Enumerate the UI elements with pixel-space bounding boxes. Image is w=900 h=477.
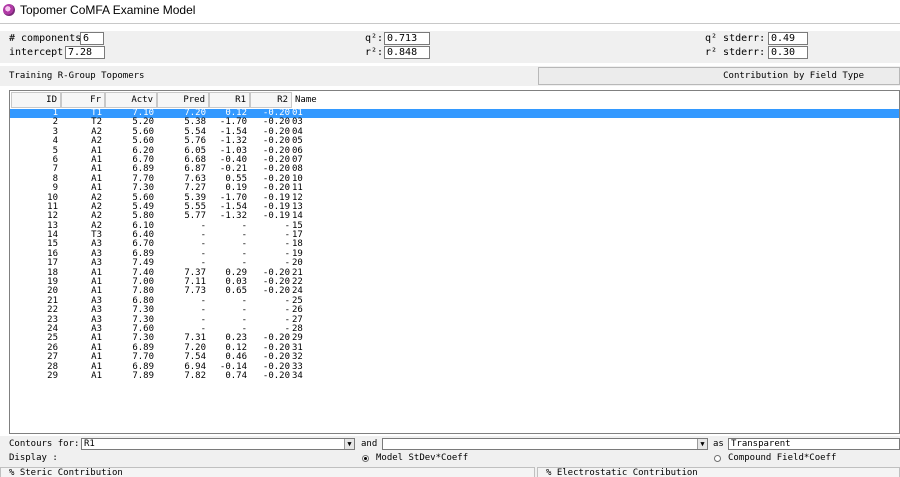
cell-pred: 7.82 bbox=[184, 370, 206, 381]
contribution-by-field-button[interactable]: Contribution by Field Type bbox=[538, 67, 900, 85]
intercept-label: intercept: bbox=[9, 47, 70, 58]
table-body: 1 T1 7.10 7.20 0.12 -0.20 01 2 T2 5.20 5.38 -1.70 -0… bbox=[10, 108, 899, 381]
model-parameters-panel: # components: 6 intercept: 7.28 q²: 0.71… bbox=[0, 31, 900, 63]
and-label: and bbox=[361, 439, 378, 449]
cell-name: 34 bbox=[292, 370, 303, 381]
model-stdev-label[interactable]: Model StDev*Coeff bbox=[376, 453, 468, 464]
cell-r1: 0.74 bbox=[225, 370, 247, 381]
as-value: Transparent bbox=[731, 439, 791, 449]
cell-actv: 7.89 bbox=[132, 370, 154, 381]
components-label: # components: bbox=[9, 33, 88, 44]
window-title: Topomer CoMFA Examine Model bbox=[20, 3, 196, 17]
q2-stderr-label: q² stderr: bbox=[705, 33, 766, 44]
column-header-pred[interactable]: Pred bbox=[157, 92, 209, 108]
display-label: Display : bbox=[9, 453, 58, 463]
r2-label: r²: bbox=[365, 47, 384, 58]
app-icon bbox=[3, 4, 15, 16]
q2-stderr-field[interactable]: 0.49 bbox=[768, 32, 808, 45]
q2-field[interactable]: 0.713 bbox=[384, 32, 430, 45]
r2-stderr-field[interactable]: 0.30 bbox=[768, 46, 808, 59]
as-select[interactable]: Transparent bbox=[728, 438, 900, 450]
section-bar: Training R-Group Topomers Contribution b… bbox=[0, 66, 900, 86]
compound-field-radio[interactable] bbox=[714, 455, 721, 462]
r2-stderr-label: r² stderr: bbox=[705, 47, 766, 58]
cell-fr: A1 bbox=[91, 370, 102, 381]
column-header-fr[interactable]: Fr bbox=[61, 92, 105, 108]
column-header-r2[interactable]: R2 bbox=[250, 92, 292, 108]
components-field[interactable]: 6 bbox=[80, 32, 104, 45]
model-stdev-radio[interactable] bbox=[362, 455, 369, 462]
table-header: ID Fr Actv Pred R1 R2 Name bbox=[10, 91, 899, 109]
column-header-id[interactable]: ID bbox=[11, 92, 61, 108]
column-header-r1[interactable]: R1 bbox=[209, 92, 250, 108]
table-row[interactable]: 29 A1 7.89 7.82 0.74 -0.20 34 bbox=[10, 370, 899, 381]
cell-id: 29 bbox=[47, 370, 58, 381]
contours-for-select[interactable]: R1 ▼ bbox=[81, 438, 355, 450]
contours-for-label: Contours for: bbox=[9, 439, 80, 449]
electrostatic-contribution-tab[interactable]: % Electrostatic Contribution bbox=[537, 467, 900, 477]
chevron-down-icon[interactable]: ▼ bbox=[344, 439, 354, 449]
topomer-table[interactable]: ID Fr Actv Pred R1 R2 Name 1 T1 7.10 7.20 0.… bbox=[9, 90, 900, 434]
compound-field-label[interactable]: Compound Field*Coeff bbox=[728, 453, 836, 464]
r2-field[interactable]: 0.848 bbox=[384, 46, 430, 59]
steric-contribution-tab[interactable]: % Steric Contribution bbox=[0, 467, 535, 477]
q2-label: q²: bbox=[365, 33, 384, 44]
title-divider bbox=[0, 23, 900, 24]
and-select[interactable]: ▼ bbox=[382, 438, 708, 450]
chevron-down-icon[interactable]: ▼ bbox=[697, 439, 707, 449]
contours-for-value: R1 bbox=[84, 439, 95, 449]
as-label: as bbox=[713, 439, 724, 449]
training-topomers-label: Training R-Group Topomers bbox=[9, 71, 145, 81]
column-header-actv[interactable]: Actv bbox=[105, 92, 157, 108]
column-header-name[interactable]: Name bbox=[292, 92, 332, 108]
intercept-field[interactable]: 7.28 bbox=[65, 46, 105, 59]
title-bar: Topomer CoMFA Examine Model bbox=[0, 0, 900, 20]
cell-r2: -0.20 bbox=[262, 370, 290, 381]
